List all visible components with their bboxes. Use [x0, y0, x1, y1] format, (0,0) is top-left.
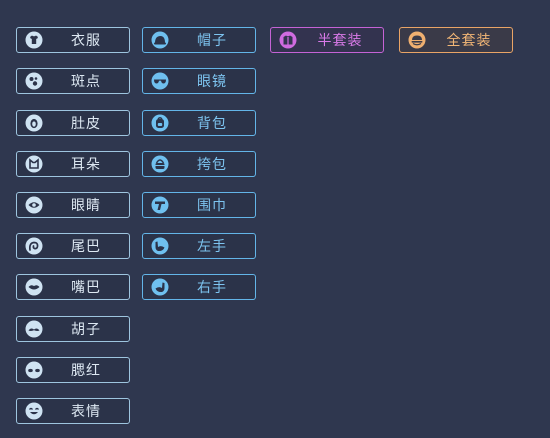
- button-mouth-label: 嘴巴: [71, 280, 101, 296]
- spots-icon: [25, 72, 43, 90]
- button-blush[interactable]: 腮红: [16, 357, 130, 383]
- shirt-icon: [25, 31, 43, 49]
- button-ears[interactable]: 耳朵: [16, 151, 130, 177]
- button-glasses-label: 眼镜: [197, 74, 227, 90]
- belly-icon: [25, 114, 43, 132]
- button-mustache[interactable]: 胡子: [16, 316, 130, 342]
- button-tail[interactable]: 尾巴: [16, 233, 130, 259]
- button-backpack[interactable]: 背包: [142, 110, 256, 136]
- button-clothes-label: 衣服: [71, 33, 101, 49]
- button-glasses[interactable]: 眼镜: [142, 68, 256, 94]
- left-hand-icon: [151, 237, 169, 255]
- button-right-hand[interactable]: 右手: [142, 274, 256, 300]
- button-belly[interactable]: 肚皮: [16, 110, 130, 136]
- glasses-icon: [151, 72, 169, 90]
- button-expression[interactable]: 表情: [16, 398, 130, 424]
- button-mouth[interactable]: 嘴巴: [16, 274, 130, 300]
- button-scarf[interactable]: 围巾: [142, 192, 256, 218]
- button-spots-label: 斑点: [71, 74, 101, 90]
- expression-icon: [25, 402, 43, 420]
- button-tail-label: 尾巴: [71, 239, 101, 255]
- button-eyes-label: 眼睛: [71, 198, 101, 214]
- button-left-hand-label: 左手: [197, 239, 227, 255]
- button-blush-label: 腮红: [71, 363, 101, 379]
- eye-icon: [25, 196, 43, 214]
- button-ears-label: 耳朵: [71, 157, 101, 173]
- scarf-icon: [151, 196, 169, 214]
- button-mustache-label: 胡子: [71, 322, 101, 338]
- button-belly-label: 肚皮: [71, 116, 101, 132]
- right-hand-icon: [151, 278, 169, 296]
- button-backpack-label: 背包: [197, 116, 227, 132]
- button-right-hand-label: 右手: [197, 280, 227, 296]
- mustache-icon: [25, 320, 43, 338]
- button-hat[interactable]: 帽子: [142, 27, 256, 53]
- button-hat-label: 帽子: [197, 33, 227, 49]
- button-full-set-label: 全套装: [446, 33, 492, 49]
- button-spots[interactable]: 斑点: [16, 68, 130, 94]
- button-left-hand[interactable]: 左手: [142, 233, 256, 259]
- button-expression-label: 表情: [71, 404, 101, 420]
- button-full-set[interactable]: 全套装: [399, 27, 513, 53]
- shoulder-bag-icon: [151, 155, 169, 173]
- hat-icon: [151, 31, 169, 49]
- button-shoulder-bag[interactable]: 挎包: [142, 151, 256, 177]
- tail-icon: [25, 237, 43, 255]
- button-scarf-label: 围巾: [197, 198, 227, 214]
- mouth-icon: [25, 278, 43, 296]
- half-set-icon: [279, 31, 297, 49]
- button-eyes[interactable]: 眼睛: [16, 192, 130, 218]
- button-shoulder-bag-label: 挎包: [197, 157, 227, 173]
- backpack-icon: [151, 114, 169, 132]
- button-clothes[interactable]: 衣服: [16, 27, 130, 53]
- button-half-set[interactable]: 半套装: [270, 27, 384, 53]
- button-half-set-label: 半套装: [317, 33, 363, 49]
- full-set-icon: [408, 31, 426, 49]
- blush-icon: [25, 361, 43, 379]
- ears-icon: [25, 155, 43, 173]
